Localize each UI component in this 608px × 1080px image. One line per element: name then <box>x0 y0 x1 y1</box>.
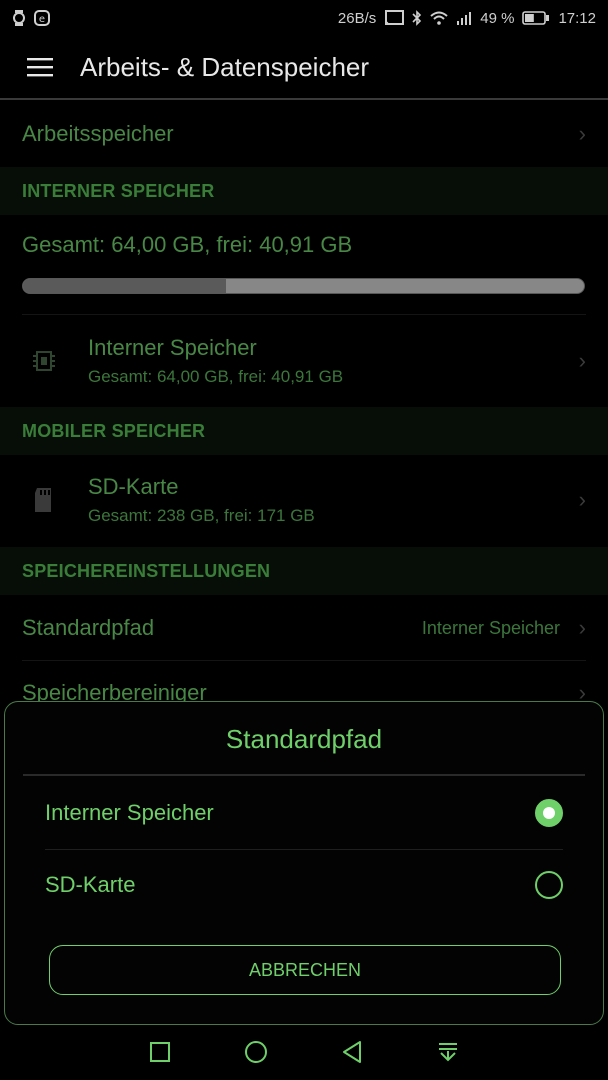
app-bar: Arbeits- & Datenspeicher <box>0 36 608 100</box>
radio-button-selected[interactable] <box>535 799 563 827</box>
home-icon[interactable] <box>238 1034 274 1070</box>
navigation-bar <box>0 1024 608 1080</box>
notification-pull-down-icon[interactable] <box>430 1034 466 1070</box>
signal-icon <box>456 11 472 25</box>
cancel-button[interactable]: ABBRECHEN <box>49 945 561 995</box>
option-sd-card[interactable]: SD-Karte <box>23 849 585 921</box>
clock: 17:12 <box>558 9 596 27</box>
back-icon[interactable] <box>334 1034 370 1070</box>
recent-apps-icon[interactable] <box>142 1034 178 1070</box>
network-speed: 26B/s <box>337 9 377 27</box>
option-internal-storage[interactable]: Interner Speicher <box>23 777 585 849</box>
dialog-title: Standardpfad <box>225 724 383 754</box>
app-notification-icon: e <box>34 10 50 26</box>
bluetooth-icon <box>412 10 422 26</box>
default-path-dialog: Standardpfad Interner Speicher SD-Karte … <box>4 701 604 1025</box>
status-bar: e 26B/s 49 % 17:12 <box>0 0 608 36</box>
svg-text:e: e <box>39 14 45 25</box>
page-title: Arbeits- & Datenspeicher <box>80 51 370 82</box>
radio-button[interactable] <box>535 871 563 899</box>
cast-icon <box>384 10 405 26</box>
battery-icon <box>522 11 550 25</box>
battery-percent: 49 % <box>480 9 515 27</box>
menu-icon[interactable] <box>0 35 80 99</box>
wifi-icon <box>430 11 448 25</box>
watch-icon <box>12 10 26 26</box>
option-label: Interner Speicher <box>45 800 214 825</box>
option-label: SD-Karte <box>45 872 136 897</box>
dialog-divider <box>23 774 585 776</box>
